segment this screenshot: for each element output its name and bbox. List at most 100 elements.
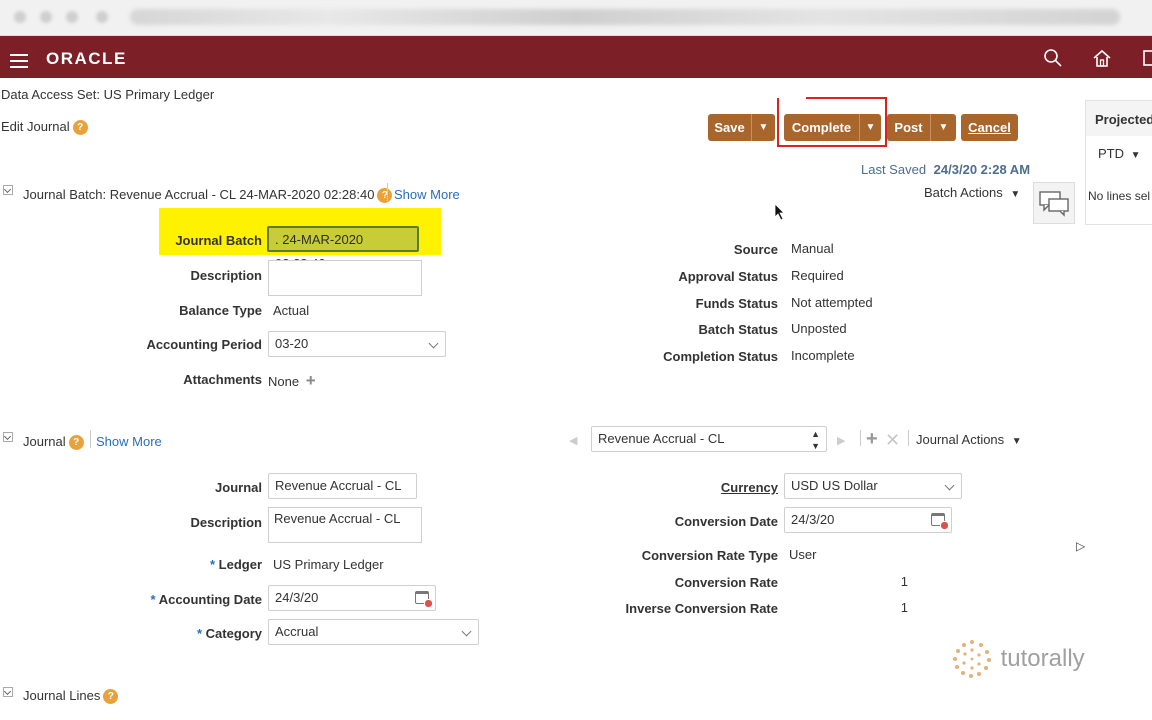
expand-panel-icon[interactable]: ▷ xyxy=(1076,539,1085,553)
batch-status-value: Unposted xyxy=(791,321,847,336)
page-title: Edit Journal? xyxy=(1,119,88,136)
completion-status-value: Incomplete xyxy=(791,348,855,363)
annotation-box-left xyxy=(777,98,779,147)
journal-actions-menu[interactable]: Journal Actions ▼ xyxy=(916,432,1022,447)
journal-lines-header-text: Journal Lines xyxy=(23,688,101,703)
conversion-rate-value: 1 xyxy=(900,574,908,589)
add-journal-icon[interactable]: + xyxy=(866,429,878,449)
source-value: Manual xyxy=(791,241,834,256)
collapse-journal-lines-icon[interactable] xyxy=(3,687,13,697)
conversion-rate-type-value: User xyxy=(789,547,817,562)
batch-status-label: Batch Status xyxy=(698,322,778,337)
chevron-down-icon: ▼ xyxy=(1011,436,1022,447)
journal-description-input[interactable]: Revenue Accrual - CL xyxy=(268,507,422,543)
ptd-selector[interactable]: PTD ▼ xyxy=(1086,136,1152,161)
comments-button[interactable] xyxy=(1033,182,1075,224)
accounting-period-select[interactable]: 03-20 xyxy=(268,331,446,357)
navigator-icon[interactable] xyxy=(1140,48,1152,68)
journal-show-more-link[interactable]: Show More xyxy=(96,434,162,449)
save-button[interactable]: Save xyxy=(708,114,751,141)
batch-section-header: Journal Batch: Revenue Accrual - CL 24-M… xyxy=(23,187,393,204)
source-label: Source xyxy=(733,242,778,257)
journal-batch-input[interactable]: . 24-MAR-2020 02:28:40 xyxy=(267,226,419,271)
category-label: * Category xyxy=(150,626,262,641)
projected-panel: Projected PTD ▼ No lines sel xyxy=(1085,100,1152,225)
journal-batch-label: Journal Batch xyxy=(175,233,262,248)
divider xyxy=(860,430,861,446)
chevron-down-icon xyxy=(428,338,439,349)
journal-selector[interactable]: Revenue Accrual - CL ▲ ▼ xyxy=(591,426,827,452)
browser-address-bar[interactable] xyxy=(130,9,1120,25)
browser-back-icon[interactable] xyxy=(14,11,26,23)
menu-icon[interactable] xyxy=(10,54,28,68)
previous-journal-icon[interactable]: ◀ xyxy=(569,434,577,447)
funds-status-value: Not attempted xyxy=(791,295,873,310)
help-icon[interactable]: ? xyxy=(103,689,119,705)
conversion-rate-label: Conversion Rate xyxy=(674,575,778,590)
journal-header-text: Journal xyxy=(23,434,66,449)
category-value: Accrual xyxy=(275,624,319,639)
accounting-date-input[interactable]: 24/3/20 xyxy=(268,585,436,611)
add-attachment-icon[interactable]: + xyxy=(306,371,316,390)
required-indicator: * xyxy=(209,557,216,572)
help-icon[interactable]: ? xyxy=(72,120,88,136)
app-header: ORACLE xyxy=(0,36,1152,78)
completion-status-label: Completion Status xyxy=(663,349,778,364)
browser-reload-icon[interactable] xyxy=(66,11,78,23)
mouse-cursor-icon xyxy=(774,203,785,221)
category-select[interactable]: Accrual xyxy=(268,619,479,645)
approval-status-value: Required xyxy=(791,268,844,283)
batch-header-text: Journal Batch: Revenue Accrual - CL 24-M… xyxy=(23,187,375,202)
browser-home-icon[interactable] xyxy=(96,11,108,23)
comments-icon xyxy=(1039,191,1069,217)
projected-panel-title: Projected xyxy=(1086,101,1152,136)
journal-name-input[interactable]: Revenue Accrual - CL xyxy=(268,473,417,499)
collapse-journal-icon[interactable] xyxy=(3,432,13,442)
delete-journal-icon[interactable]: ✕ xyxy=(885,430,900,450)
next-journal-icon[interactable]: ▶ xyxy=(837,434,845,447)
post-dropdown-button[interactable]: ▼ xyxy=(930,114,956,141)
annotation-box-top xyxy=(806,97,887,99)
conversion-date-input[interactable]: 24/3/20 xyxy=(784,507,952,533)
required-indicator: * xyxy=(196,626,203,641)
journal-lines-header: Journal Lines? xyxy=(23,688,119,705)
tutorally-watermark: tutorally xyxy=(951,638,1085,680)
journal-name-label: Journal xyxy=(215,480,262,495)
funds-status-label: Funds Status xyxy=(695,296,778,311)
browser-forward-icon[interactable] xyxy=(40,11,52,23)
journal-selector-value: Revenue Accrual - CL xyxy=(598,431,725,446)
calendar-icon[interactable] xyxy=(931,513,949,530)
chevron-down-icon xyxy=(461,626,472,637)
divider xyxy=(90,430,91,448)
help-icon[interactable]: ? xyxy=(68,435,84,451)
annotation-box xyxy=(777,98,887,147)
collapse-batch-icon[interactable] xyxy=(3,185,13,195)
batch-actions-menu[interactable]: Batch Actions ▼ xyxy=(924,185,1020,200)
currency-label[interactable]: Currency xyxy=(620,480,778,495)
journal-actions-label: Journal Actions xyxy=(916,432,1005,447)
batch-description-label: Description xyxy=(190,268,262,283)
batch-description-input[interactable] xyxy=(268,260,422,296)
save-dropdown-button[interactable]: ▼ xyxy=(751,114,775,141)
home-icon[interactable] xyxy=(1092,48,1112,68)
inverse-conversion-rate-label: Inverse Conversion Rate xyxy=(625,601,778,616)
help-icon[interactable]: ? xyxy=(377,188,393,204)
inverse-conversion-rate-value: 1 xyxy=(900,600,908,615)
currency-select[interactable]: USD US Dollar xyxy=(784,473,962,499)
chevron-down-icon xyxy=(944,480,955,491)
post-button[interactable]: Post xyxy=(887,114,930,141)
browser-toolbar xyxy=(0,0,1152,36)
approval-status-label: Approval Status xyxy=(678,269,778,284)
calendar-icon[interactable] xyxy=(415,591,433,608)
oracle-logo: ORACLE xyxy=(46,49,127,68)
batch-show-more-link[interactable]: Show More xyxy=(394,187,460,202)
accounting-date-label-text: Accounting Date xyxy=(158,592,262,607)
divider xyxy=(908,430,909,446)
journal-description-label: Description xyxy=(190,515,262,530)
tutorally-logo-icon xyxy=(953,640,991,678)
accounting-date-label: * Accounting Date xyxy=(120,592,263,607)
search-icon[interactable] xyxy=(1043,48,1063,68)
last-saved-label: Last Saved xyxy=(861,162,927,177)
cancel-button[interactable]: Cancel xyxy=(961,114,1018,141)
last-saved: Last Saved 24/3/20 2:28 AM xyxy=(861,162,1030,177)
